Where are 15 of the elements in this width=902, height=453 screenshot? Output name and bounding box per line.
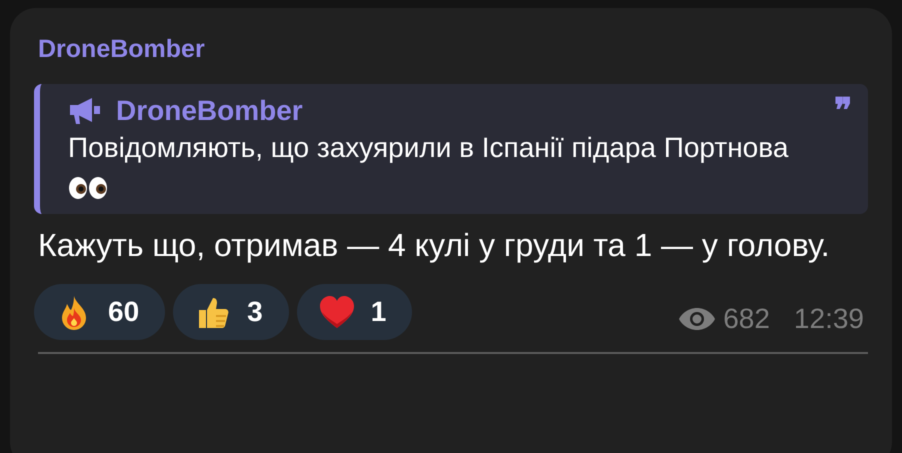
eye-icon <box>679 307 716 331</box>
author-name[interactable]: DroneBomber <box>38 34 868 64</box>
quote-mark: ❞ <box>834 96 852 126</box>
view-count: 682 <box>723 302 770 336</box>
eyes-icon <box>68 176 108 200</box>
source-name: DroneBomber <box>116 94 303 128</box>
timestamp: 12:39 <box>794 302 864 336</box>
reaction-button[interactable]: 60 <box>34 284 166 340</box>
megaphone-icon <box>68 98 100 124</box>
reaction-button[interactable]: 1 <box>296 284 412 340</box>
message-text: Кажуть що, отримав — 4 кулі у груди та 1 — у голову. <box>38 226 831 265</box>
reaction-button[interactable]: 3 <box>173 284 289 340</box>
quote-text: Повідомляють, що захуярили в Іспанії підара Портнова <box>68 132 788 163</box>
heart-icon <box>318 294 355 330</box>
forwarded-quote[interactable]: DroneBomber ❞ Повідомляють, що захуярили в Іспанії підара Портнова <box>34 84 868 214</box>
